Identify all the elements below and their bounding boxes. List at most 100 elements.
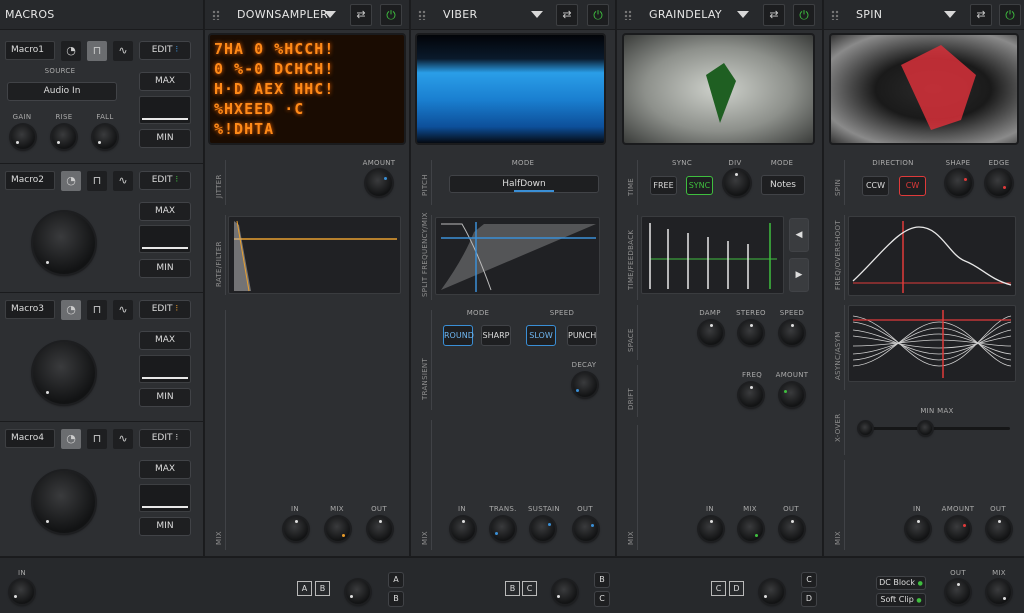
decay-knob[interactable] — [573, 373, 597, 397]
mix-knob[interactable] — [326, 517, 350, 541]
preset-dropdown-icon[interactable] — [944, 11, 956, 18]
lfo-sine-icon[interactable]: ∿ — [113, 171, 133, 191]
macro1-edit-button[interactable]: EDIT ⁝ — [139, 41, 191, 60]
out-d-button[interactable]: D — [801, 591, 817, 607]
macro1-max-button[interactable]: MAX — [139, 72, 191, 91]
out-knob[interactable] — [368, 517, 392, 541]
shape-knob[interactable] — [946, 170, 972, 196]
out-b2-button[interactable]: B — [594, 572, 610, 588]
swap-icon[interactable]: ⇄ — [556, 4, 578, 26]
macro4-min-button[interactable]: MIN — [139, 517, 191, 536]
route-b-toggle[interactable]: B — [315, 581, 330, 596]
x-over-min-handle[interactable] — [859, 422, 872, 435]
div-knob[interactable] — [724, 170, 750, 196]
footer-out-knob[interactable] — [946, 580, 970, 604]
free-button[interactable]: FREE — [650, 176, 677, 195]
power-icon[interactable]: ⏻ — [587, 4, 609, 26]
route-c2-toggle[interactable]: C — [711, 581, 726, 596]
dc-block-toggle[interactable]: DC Block ● — [876, 576, 926, 590]
preset-dropdown-icon[interactable] — [324, 11, 336, 18]
envelope-follower-icon[interactable]: ◔ — [61, 300, 81, 320]
rise-knob[interactable] — [52, 125, 76, 149]
lfo-sine-icon[interactable]: ∿ — [113, 429, 133, 449]
slow-button[interactable]: SLOW — [526, 325, 556, 346]
source-select[interactable]: Audio In — [7, 82, 117, 101]
route-b2-toggle[interactable]: B — [505, 581, 520, 596]
async-asym-graph[interactable] — [848, 305, 1016, 382]
step-shape-icon[interactable]: ⊓ — [87, 41, 107, 61]
freq-knob[interactable] — [739, 383, 763, 407]
ccw-button[interactable]: CCW — [862, 176, 889, 196]
macro3-min-button[interactable]: MIN — [139, 388, 191, 407]
out-c2-button[interactable]: C — [801, 572, 817, 588]
punch-button[interactable]: PUNCH — [567, 325, 597, 346]
fall-knob[interactable] — [93, 125, 117, 149]
preset-dropdown-icon[interactable] — [737, 11, 749, 18]
in-knob[interactable] — [699, 517, 723, 541]
x-over-slider-track[interactable] — [862, 427, 1010, 430]
sharp-button[interactable]: SHARP — [481, 325, 511, 346]
speed-knob[interactable] — [780, 321, 804, 345]
edge-knob[interactable] — [986, 170, 1012, 196]
swap-icon[interactable]: ⇄ — [763, 4, 785, 26]
split-frequency-graph[interactable] — [435, 217, 600, 295]
macro2-min-button[interactable]: MIN — [139, 259, 191, 278]
freq-overshoot-graph[interactable] — [848, 216, 1016, 296]
damp-knob[interactable] — [699, 321, 723, 345]
macro3-max-button[interactable]: MAX — [139, 331, 191, 350]
swap-icon[interactable]: ⇄ — [350, 4, 372, 26]
spin-amount-knob[interactable] — [946, 517, 970, 541]
macro1-min-button[interactable]: MIN — [139, 129, 191, 148]
out-knob[interactable] — [574, 517, 598, 541]
next-arrow-button[interactable]: ▶ — [789, 258, 809, 292]
footer-mix-knob[interactable] — [987, 580, 1011, 604]
prev-arrow-button[interactable]: ◀ — [789, 218, 809, 252]
envelope-follower-icon[interactable]: ◔ — [61, 171, 81, 191]
step-shape-icon[interactable]: ⊓ — [87, 300, 107, 320]
drag-grip-icon[interactable] — [212, 10, 220, 20]
time-feedback-graph[interactable] — [641, 216, 784, 294]
in-knob[interactable] — [451, 517, 475, 541]
drag-grip-icon[interactable] — [831, 10, 839, 20]
cd-crossfade-knob[interactable] — [760, 580, 784, 604]
route-d-toggle[interactable]: D — [729, 581, 744, 596]
macro4-knob[interactable] — [33, 471, 95, 533]
gain-knob[interactable] — [11, 125, 35, 149]
macro2-max-button[interactable]: MAX — [139, 202, 191, 221]
macro3-name-field[interactable]: Macro3 — [5, 300, 55, 319]
macro2-edit-button[interactable]: EDIT ⁝ — [139, 171, 191, 190]
drag-grip-icon[interactable] — [418, 10, 426, 20]
out-b-button[interactable]: B — [388, 591, 404, 607]
lfo-sine-icon[interactable]: ∿ — [113, 41, 133, 61]
in-knob[interactable] — [906, 517, 930, 541]
sync-button[interactable]: SYNC — [686, 176, 713, 195]
route-c-toggle[interactable]: C — [522, 581, 537, 596]
mix-knob[interactable] — [739, 517, 763, 541]
out-knob[interactable] — [780, 517, 804, 541]
cw-button[interactable]: CW — [899, 176, 926, 196]
swap-icon[interactable]: ⇄ — [970, 4, 992, 26]
preset-dropdown-icon[interactable] — [531, 11, 543, 18]
route-a-toggle[interactable]: A — [297, 581, 312, 596]
macro2-name-field[interactable]: Macro2 — [5, 171, 55, 190]
macro3-knob[interactable] — [33, 342, 95, 404]
power-icon[interactable]: ⏻ — [999, 4, 1021, 26]
bc-crossfade-knob[interactable] — [553, 580, 577, 604]
macro3-edit-button[interactable]: EDIT ⁝ — [139, 300, 191, 319]
macro2-knob[interactable] — [33, 212, 95, 274]
out-knob[interactable] — [987, 517, 1011, 541]
stereo-knob[interactable] — [739, 321, 763, 345]
power-icon[interactable]: ⏻ — [380, 4, 402, 26]
rate-filter-graph[interactable] — [228, 216, 401, 294]
jitter-amount-knob[interactable] — [366, 170, 392, 196]
trans-knob[interactable] — [491, 517, 515, 541]
macro4-name-field[interactable]: Macro4 — [5, 429, 55, 448]
drag-grip-icon[interactable] — [624, 10, 632, 20]
notes-mode-select[interactable]: Notes — [761, 175, 805, 195]
round-button[interactable]: ROUND — [443, 325, 474, 346]
x-over-max-handle[interactable] — [919, 422, 932, 435]
step-shape-icon[interactable]: ⊓ — [87, 171, 107, 191]
out-c-button[interactable]: C — [594, 591, 610, 607]
drift-amount-knob[interactable] — [780, 383, 804, 407]
step-shape-icon[interactable]: ⊓ — [87, 429, 107, 449]
